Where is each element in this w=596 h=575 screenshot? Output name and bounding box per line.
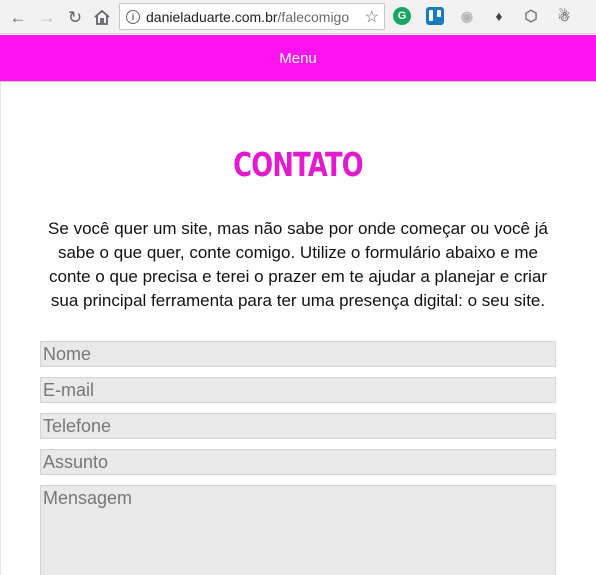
info-icon[interactable]: i <box>126 9 140 24</box>
ghost-icon[interactable]: ☃ <box>555 7 573 25</box>
home-icon[interactable] <box>89 4 115 30</box>
shield-icon[interactable]: ⬡ <box>522 7 540 25</box>
star-icon[interactable]: ☆ <box>365 7 379 27</box>
url-path: /falecomigo <box>277 8 350 25</box>
page-title: CONTATO <box>233 145 364 184</box>
phone-field[interactable]: Telefone <box>40 413 556 439</box>
message-field[interactable]: Mensagem <box>40 485 556 575</box>
reload-icon[interactable]: ↻ <box>62 4 88 30</box>
trello-icon[interactable] <box>426 7 444 25</box>
name-field[interactable]: Nome <box>40 341 556 367</box>
grammarly-icon[interactable]: G <box>393 7 411 25</box>
camera-icon[interactable]: ◉ <box>458 7 476 25</box>
address-bar[interactable]: i danieladuarte.com.br/falecomigo ☆ <box>119 3 385 30</box>
page-divider <box>0 82 1 575</box>
menu-button[interactable]: Menu <box>279 50 317 67</box>
forward-arrow-icon[interactable]: → <box>34 4 60 30</box>
email-field[interactable]: E-mail <box>40 377 556 403</box>
site-menu-bar[interactable]: Menu <box>0 35 596 82</box>
intro-text: Se você quer um site, mas não sabe por o… <box>48 219 548 310</box>
back-arrow-icon[interactable]: ← <box>5 4 31 30</box>
subject-field[interactable]: Assunto <box>40 449 556 475</box>
url-host: danieladuarte.com.br <box>146 8 278 25</box>
browser-toolbar: ← → ↻ i danieladuarte.com.br/falecomigo … <box>0 0 596 34</box>
evernote-icon[interactable]: ♦ <box>490 7 508 25</box>
